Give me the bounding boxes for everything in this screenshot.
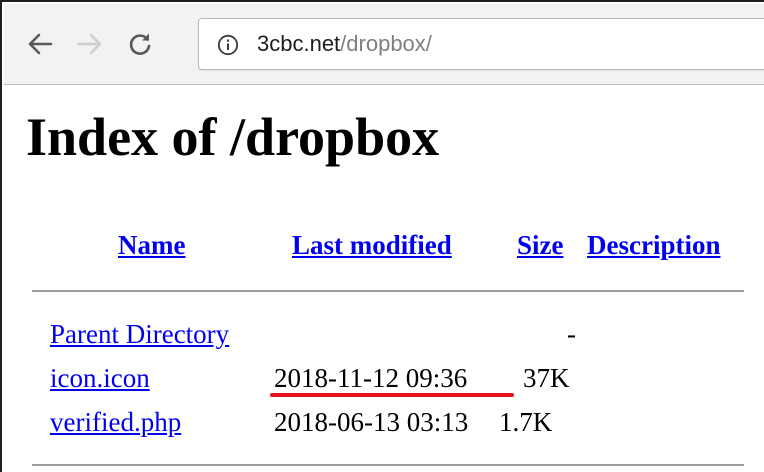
red-underline-annotation xyxy=(270,393,514,397)
file-size: - xyxy=(567,319,576,349)
browser-toolbar: 3cbc.net/dropbox/ xyxy=(4,4,764,85)
url-text[interactable]: 3cbc.net/dropbox/ xyxy=(257,31,432,57)
header-divider xyxy=(32,290,744,292)
info-circle-icon[interactable] xyxy=(217,34,239,61)
reload-button[interactable] xyxy=(124,28,156,60)
file-size: 1.7K xyxy=(499,407,553,437)
column-header-size[interactable]: Size xyxy=(517,230,564,261)
column-header-description[interactable]: Description xyxy=(587,230,720,261)
column-header-last-modified[interactable]: Last modified xyxy=(292,230,452,261)
arrow-left-icon xyxy=(28,33,53,55)
reload-icon xyxy=(129,33,151,55)
forward-button[interactable] xyxy=(74,28,106,60)
column-header-name[interactable]: Name xyxy=(118,230,185,261)
arrow-right-icon xyxy=(77,33,102,55)
url-path: /dropbox/ xyxy=(340,31,432,56)
file-link[interactable]: icon.icon xyxy=(50,363,150,394)
back-button[interactable] xyxy=(24,28,56,60)
parent-directory-link[interactable]: Parent Directory xyxy=(50,319,229,350)
address-bar[interactable]: 3cbc.net/dropbox/ xyxy=(198,18,764,70)
footer-divider xyxy=(32,464,744,466)
browser-window: 3cbc.net/dropbox/ Index of /dropbox Name… xyxy=(0,0,764,472)
page-title: Index of /dropbox xyxy=(26,107,440,167)
file-link[interactable]: verified.php xyxy=(50,407,181,438)
url-host: 3cbc.net xyxy=(257,31,341,56)
file-last-modified: 2018-06-13 03:13 xyxy=(274,407,469,437)
file-last-modified: 2018-11-12 09:36 xyxy=(274,363,468,393)
file-size: 37K xyxy=(523,363,570,393)
